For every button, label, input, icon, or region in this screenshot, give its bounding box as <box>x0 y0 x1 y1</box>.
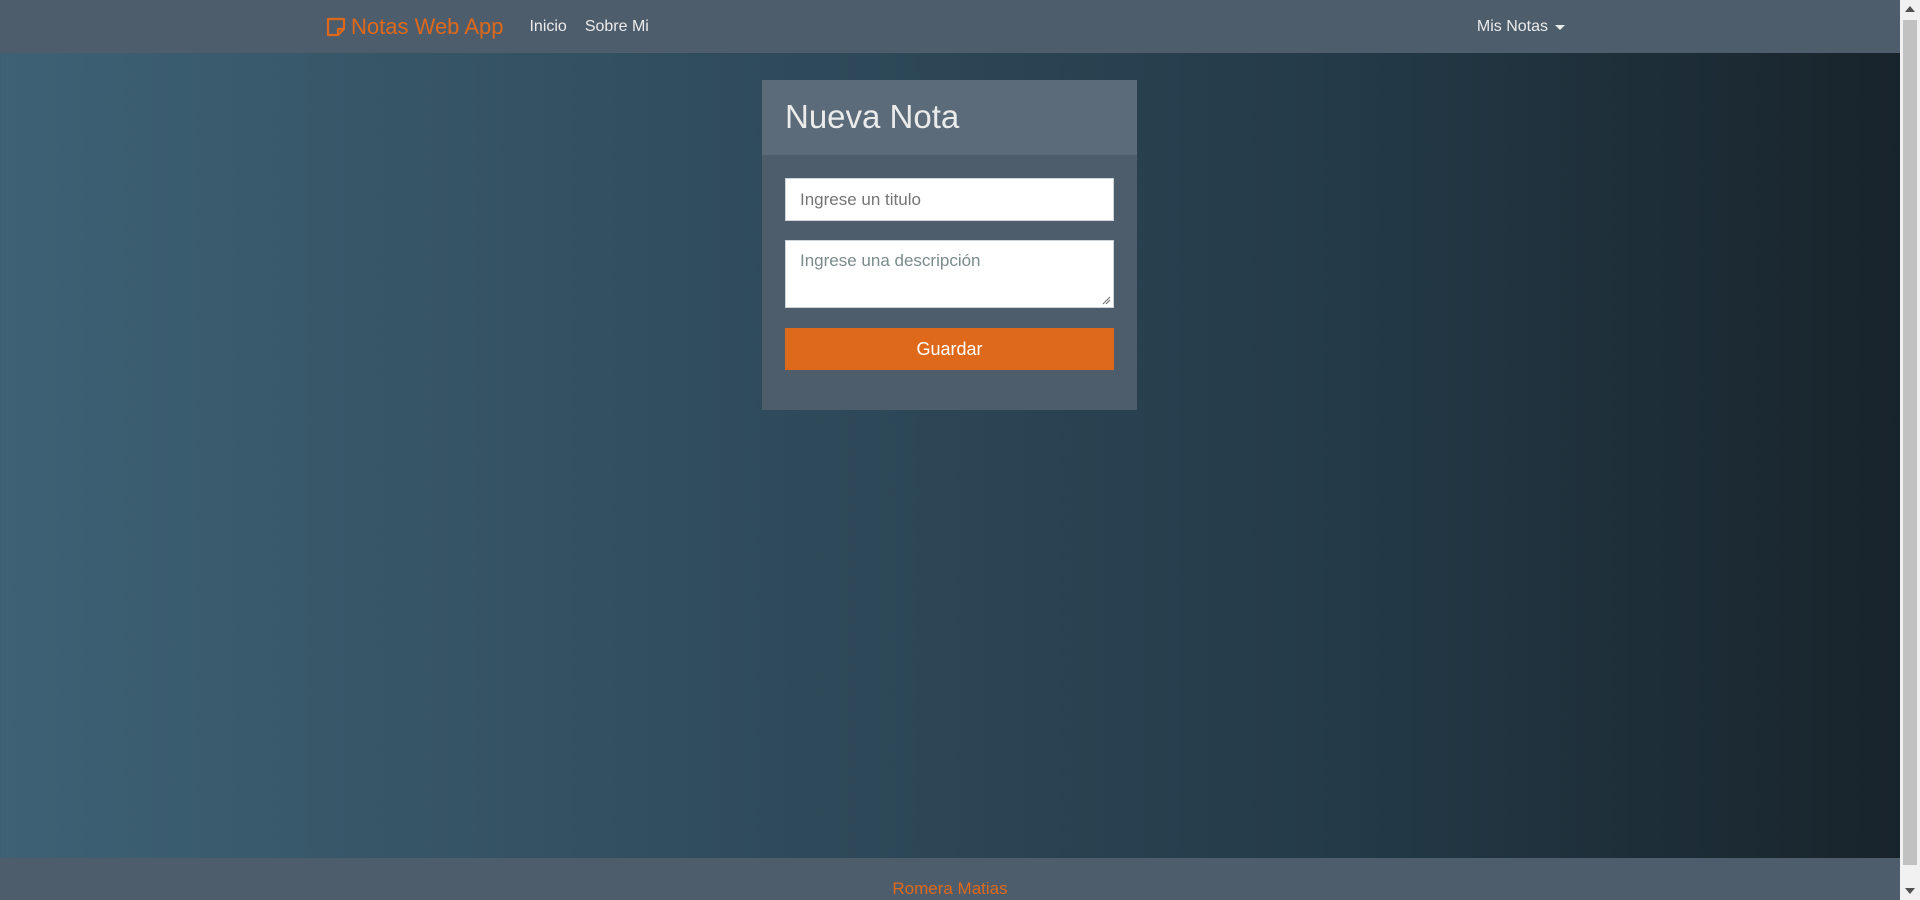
save-button[interactable]: Guardar <box>785 328 1114 370</box>
chevron-down-icon <box>1555 24 1565 30</box>
vertical-scrollbar[interactable] <box>1900 0 1920 900</box>
nav-link-sobre-mi[interactable]: Sobre Mi <box>585 18 649 36</box>
description-textarea[interactable]: Ingrese una descripción <box>785 240 1114 308</box>
navbar-inner: Notas Web App Inicio Sobre Mi Mis Notas <box>325 0 1565 53</box>
card-header: Nueva Nota <box>762 80 1137 155</box>
mis-notas-dropdown[interactable]: Mis Notas <box>1477 18 1565 36</box>
brand-link[interactable]: Notas Web App <box>325 14 503 40</box>
resize-handle-icon[interactable] <box>1101 295 1111 305</box>
page: Notas Web App Inicio Sobre Mi Mis Notas … <box>0 0 1900 900</box>
card-body: Ingrese una descripción Guardar <box>762 155 1137 393</box>
navbar: Notas Web App Inicio Sobre Mi Mis Notas <box>0 0 1900 53</box>
footer-author: Romera Matias <box>892 879 1008 898</box>
footer: Romera Matias <box>0 858 1900 900</box>
card-title: Nueva Nota <box>785 98 960 135</box>
new-note-card: Nueva Nota Ingrese una descripción Guard… <box>762 80 1137 410</box>
mis-notas-label: Mis Notas <box>1476 17 1548 35</box>
scroll-thumb[interactable] <box>1903 20 1917 865</box>
scroll-down-icon[interactable] <box>1905 888 1915 894</box>
nav-link-inicio[interactable]: Inicio <box>529 18 566 36</box>
sticky-note-icon <box>326 17 346 36</box>
scroll-up-icon[interactable] <box>1905 6 1915 12</box>
description-placeholder: Ingrese una descripción <box>800 251 981 270</box>
title-input[interactable] <box>785 178 1114 221</box>
brand-label: Notas Web App <box>351 13 504 39</box>
